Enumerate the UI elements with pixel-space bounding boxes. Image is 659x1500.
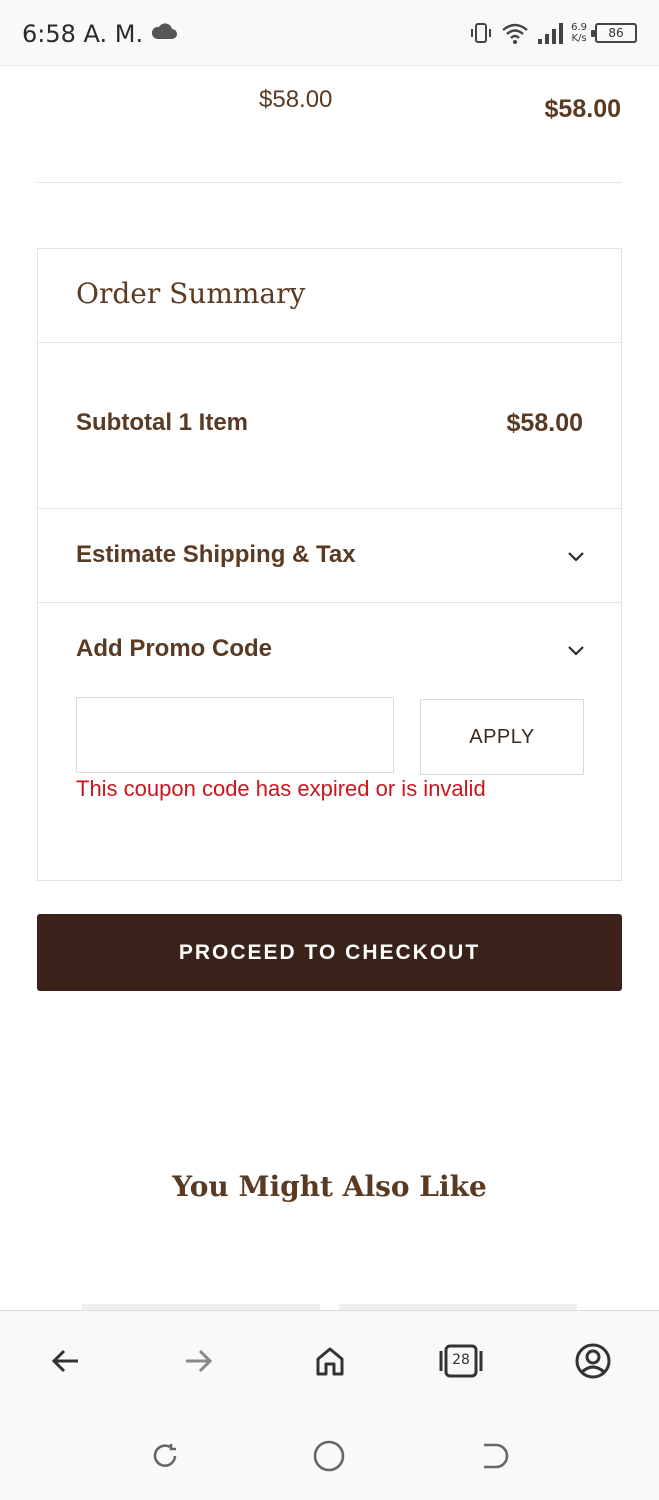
recents-button[interactable] [147, 1438, 183, 1474]
promo-code-toggle[interactable]: Add Promo Code [38, 603, 621, 683]
circle-icon [313, 1440, 345, 1472]
status-time: 6:58 A. M. [22, 20, 144, 48]
subtotal-value: $58.00 [506, 409, 583, 437]
promo-code-section: Add Promo Code APPLY This coupon code ha… [38, 603, 621, 881]
home-button[interactable] [308, 1339, 352, 1383]
chevron-down-icon [568, 552, 584, 562]
order-summary-header: Order Summary [38, 249, 621, 343]
account-button[interactable] [571, 1339, 615, 1383]
back-button[interactable] [44, 1339, 88, 1383]
item-unit-price: $58.00 [259, 86, 333, 113]
recommendations-title: You Might Also Like [172, 1170, 487, 1203]
status-icons: 6.9 K/s 86 [469, 18, 637, 48]
signal-icon [538, 23, 564, 44]
battery-level: 86 [608, 26, 624, 40]
cloud-icon [151, 23, 177, 39]
apply-button[interactable]: APPLY [420, 699, 584, 775]
back-gesture-icon [484, 1443, 509, 1469]
wifi-icon [502, 23, 528, 44]
status-bar: 6:58 A. M. 6.9 K/s 86 [0, 0, 659, 66]
vibrate-icon [471, 23, 492, 43]
home-nav-button[interactable] [311, 1438, 347, 1474]
forward-button[interactable] [176, 1339, 220, 1383]
net-speed: 6.9 K/s [571, 22, 587, 44]
promo-code-input[interactable] [76, 697, 394, 773]
order-summary-title: Order Summary [76, 277, 306, 310]
order-summary: Order Summary Subtotal 1 Item $58.00 Est… [37, 248, 622, 881]
subtotal-row: Subtotal 1 Item $58.00 [38, 343, 621, 509]
promo-code-label: Add Promo Code [76, 635, 272, 662]
proceed-to-checkout-button[interactable]: PROCEED TO CHECKOUT [37, 914, 622, 991]
chevron-down-icon [568, 646, 584, 656]
back-nav-button[interactable] [475, 1438, 511, 1474]
promo-error-message: This coupon code has expired or is inval… [76, 776, 486, 801]
estimate-shipping-label: Estimate Shipping & Tax [76, 541, 356, 568]
battery-icon: 86 [591, 23, 637, 43]
estimate-shipping-toggle[interactable]: Estimate Shipping & Tax [38, 509, 621, 603]
item-total-price: $58.00 [544, 95, 621, 123]
browser-toolbar: 28 [0, 1310, 659, 1410]
arrow-left-icon [51, 1349, 78, 1373]
rotate-icon [153, 1444, 177, 1467]
system-nav-bar [0, 1410, 659, 1500]
arrow-right-icon [186, 1349, 213, 1373]
tab-count: 28 [452, 1352, 470, 1368]
subtotal-label: Subtotal 1 Item [76, 409, 249, 436]
tabs-button[interactable]: 28 [439, 1339, 483, 1383]
home-icon [316, 1347, 344, 1376]
divider [37, 182, 622, 183]
account-icon [575, 1343, 611, 1379]
